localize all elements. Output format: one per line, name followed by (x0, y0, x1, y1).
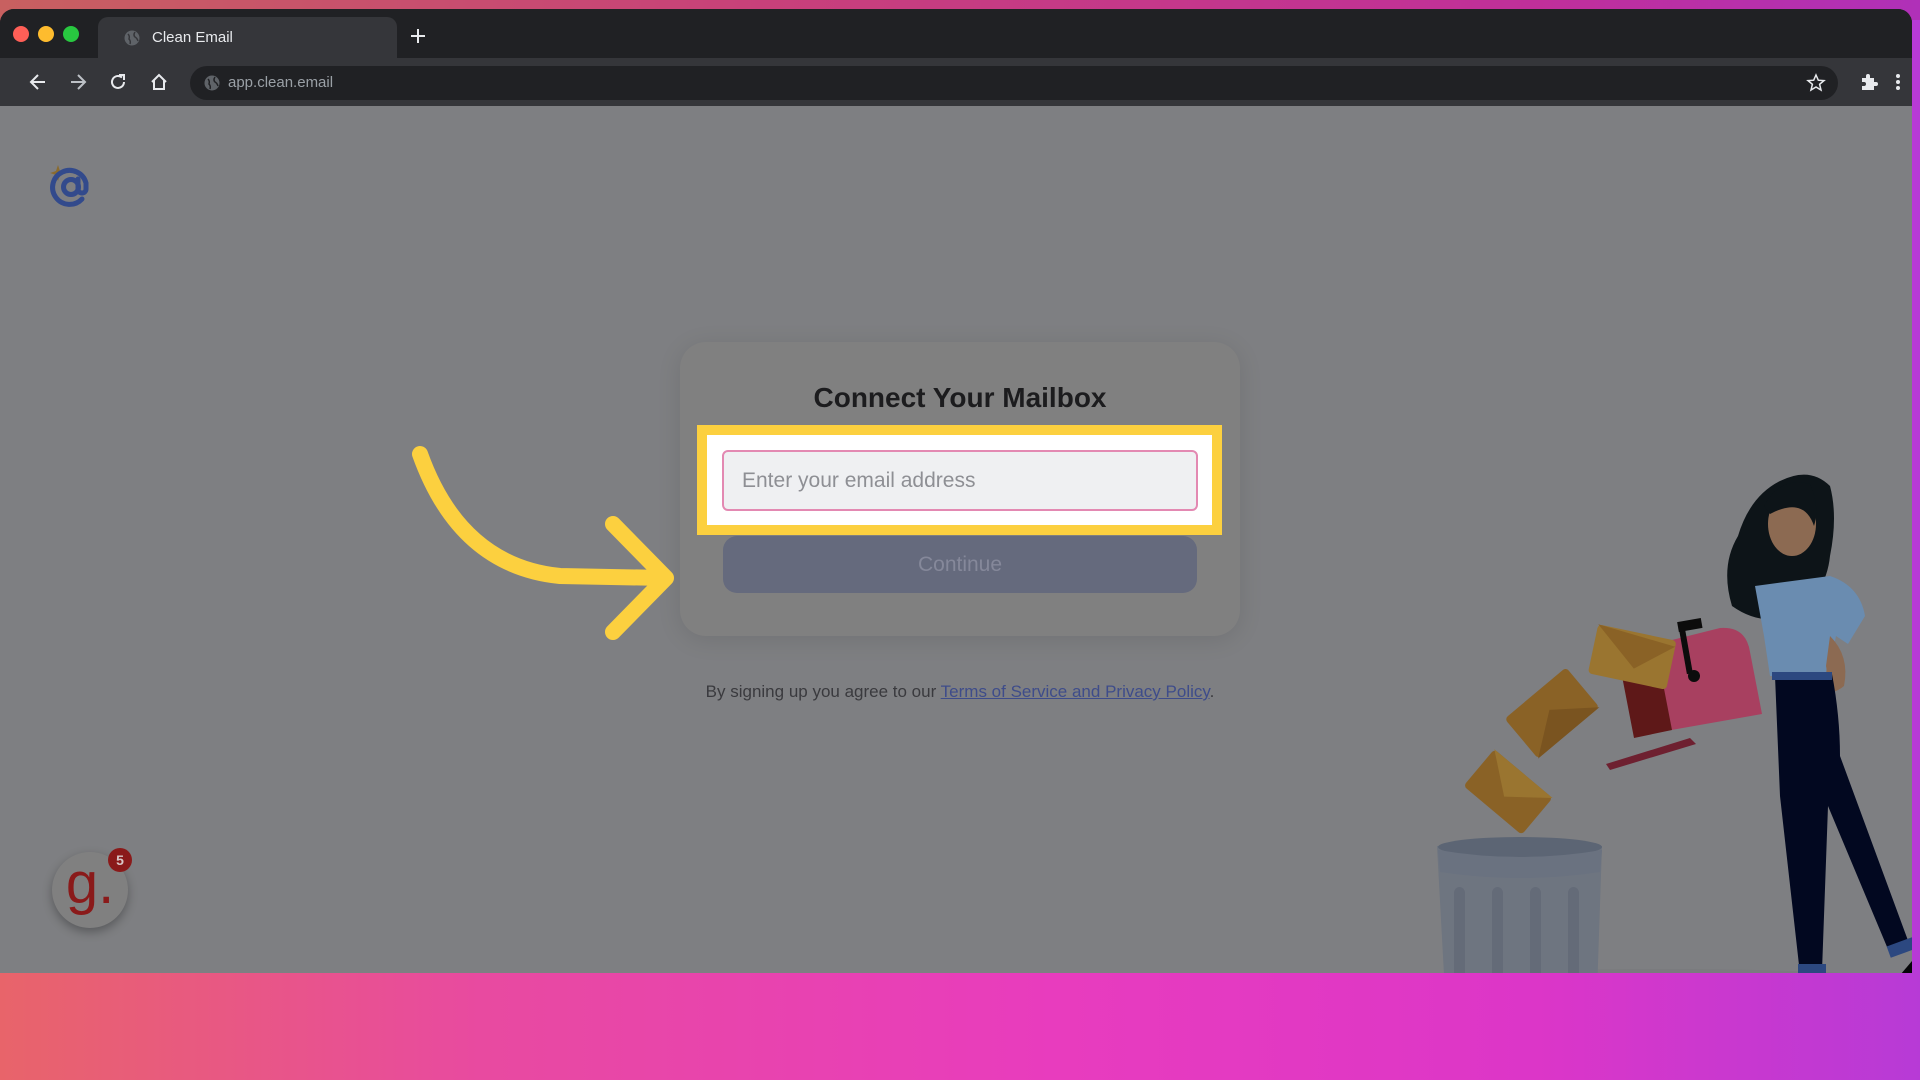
reload-button[interactable] (106, 70, 130, 94)
back-button[interactable] (26, 70, 50, 94)
arrow-left-icon (29, 74, 45, 90)
browser-window: Clean Email app.clean.email Connect Your… (0, 9, 1912, 973)
site-info-icon (204, 75, 220, 91)
terms-privacy-link[interactable]: Terms of Service and Privacy Policy (941, 682, 1210, 701)
reload-icon (111, 74, 125, 89)
tab-strip: Clean Email (0, 9, 1912, 58)
globe-icon (124, 30, 140, 45)
home-button[interactable] (147, 70, 171, 94)
arrow-right-icon (71, 74, 87, 90)
envelope-icon (1465, 749, 1553, 834)
clean-email-logo-icon[interactable] (44, 161, 94, 211)
new-tab-button[interactable] (406, 26, 430, 50)
star-icon[interactable] (1806, 73, 1826, 93)
annotation-arrow-icon (412, 446, 674, 640)
tab-title: Clean Email (152, 29, 233, 46)
maximize-window-button[interactable] (63, 26, 79, 42)
woman-figure (1727, 474, 1912, 973)
notification-badge: 5 (108, 848, 132, 872)
plus-icon (411, 29, 425, 43)
forward-button[interactable] (66, 70, 90, 94)
home-icon (151, 73, 167, 90)
address-bar[interactable]: app.clean.email (190, 66, 1838, 100)
email-input[interactable] (722, 450, 1198, 511)
envelope-icon (1506, 669, 1600, 759)
url-text: app.clean.email (228, 74, 334, 91)
extensions-button[interactable] (1857, 70, 1881, 94)
continue-button[interactable]: Continue (723, 536, 1197, 593)
terms-text: By signing up you agree to our Terms of … (705, 682, 1215, 701)
trash-can-icon (1437, 837, 1602, 973)
puzzle-icon (1862, 74, 1878, 90)
close-window-button[interactable] (13, 26, 29, 42)
woman-mailbox-illustration (1437, 474, 1912, 973)
browser-toolbar: app.clean.email (0, 58, 1912, 106)
page-content: Connect Your Mailbox Continue By signing… (0, 106, 1912, 973)
g2-review-widget[interactable]: g. 5 (52, 848, 132, 928)
kebab-menu-icon (1896, 74, 1900, 90)
minimize-window-button[interactable] (38, 26, 54, 42)
browser-menu-button[interactable] (1890, 70, 1906, 94)
envelope-icon (1588, 624, 1676, 690)
tab-clean-email[interactable]: Clean Email (98, 17, 397, 58)
page-title: Connect Your Mailbox (813, 382, 1107, 413)
